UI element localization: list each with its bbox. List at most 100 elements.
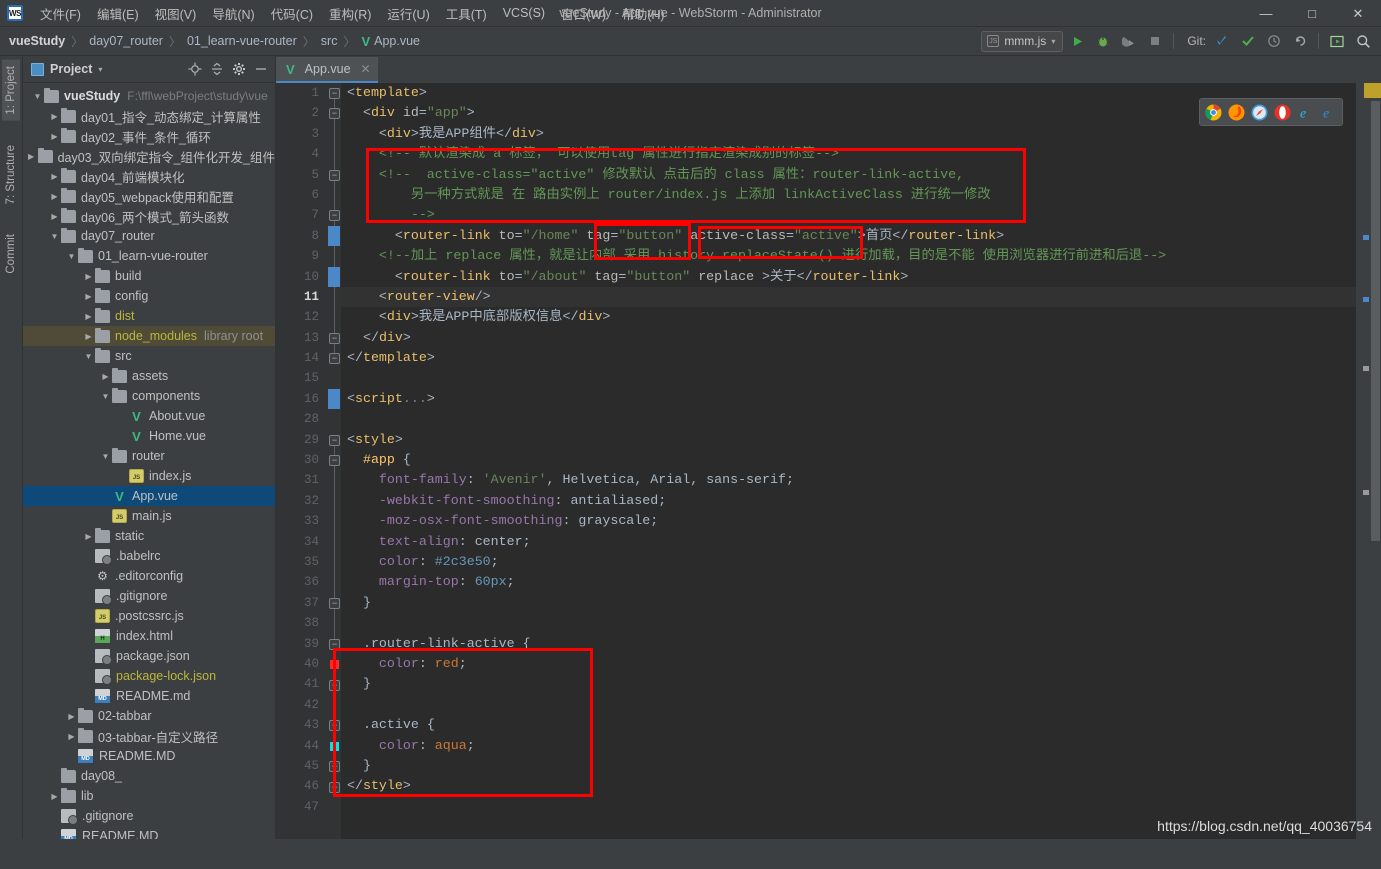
line-number[interactable]: 34 [276,532,328,552]
menu-item-code[interactable]: 代码(C) [263,1,321,26]
code-line[interactable]: } [341,674,1356,694]
chevron-right-icon[interactable]: ▶ [116,412,129,421]
tree-row[interactable]: ▶ 02-tabbar [23,706,275,726]
tree-row[interactable]: ▶ package.json [23,646,275,666]
tree-row[interactable]: ▼ src [23,346,275,366]
line-number[interactable]: 7 [276,205,328,225]
tree-row[interactable]: ▶ README.MD [23,746,275,766]
tree-row[interactable]: ▶ .gitignore [23,586,275,606]
code-line[interactable]: <div>我是APP中底部版权信息</div> [341,307,1356,327]
chevron-right-icon[interactable]: ▶ [48,832,61,840]
fold-collapse-icon[interactable]: − [329,108,340,120]
line-number[interactable]: 43 [276,715,328,735]
tool-tab-commit[interactable]: Commit [2,228,20,280]
chevron-right-icon[interactable]: ▶ [82,592,95,601]
fold-collapse-icon[interactable]: − [329,455,340,467]
tree-row[interactable]: ▶ day04_前端模块化 [23,166,275,186]
fold-collapse-icon[interactable]: − [329,332,340,344]
code-content[interactable]: <template> <div id="app"> <div>我是APP组件</… [341,83,1356,839]
fold-collapse-icon[interactable]: − [329,169,340,181]
chevron-right-icon[interactable]: ▶ [82,272,95,281]
tree-row[interactable]: ▶ assets [23,366,275,386]
menu-item-window[interactable]: 窗口(W) [553,1,614,26]
tree-row[interactable]: ▶ static [23,526,275,546]
tree-row[interactable]: ▶ .postcssrc.js [23,606,275,626]
code-line[interactable] [341,797,1356,817]
opera-icon[interactable] [1274,104,1291,121]
tree-row[interactable]: ▶ .babelrc [23,546,275,566]
line-number[interactable]: 14 [276,348,328,368]
line-number[interactable]: 31 [276,470,328,490]
fold-collapse-icon[interactable]: − [329,761,340,773]
chevron-right-icon[interactable]: ▶ [48,132,61,141]
chevron-right-icon[interactable]: ▶ [82,632,95,641]
code-line[interactable]: <router-link to="/about" tag="button" re… [341,267,1356,287]
code-line[interactable]: color: aqua; [341,736,1356,756]
line-number[interactable]: 3 [276,124,328,144]
git-update-icon[interactable] [1210,30,1234,52]
run-configuration-selector[interactable]: JS mmm.js ▾ [981,30,1064,52]
fold-collapse-icon[interactable]: − [329,88,340,99]
line-number[interactable]: 39 [276,634,328,654]
code-line[interactable] [341,613,1356,633]
chevron-right-icon[interactable]: ▶ [82,672,95,681]
line-number[interactable]: 41 [276,674,328,694]
tree-row[interactable]: ▶ build [23,266,275,286]
close-icon[interactable]: ✕ [361,62,371,76]
chevron-right-icon[interactable]: ▶ [82,612,95,621]
tree-row[interactable]: ▼ router [23,446,275,466]
chevron-right-icon[interactable]: ▶ [48,772,61,781]
tree-row[interactable]: ▶ .gitignore [23,806,275,826]
chevron-right-icon[interactable]: ▶ [65,732,78,741]
chevron-right-icon[interactable]: ▶ [82,552,95,561]
tree-row[interactable]: ▶V Home.vue [23,426,275,446]
minimize-button[interactable]: — [1243,0,1289,27]
tree-row[interactable]: ▶V App.vue [23,486,275,506]
tree-row[interactable]: ▶ lib [23,786,275,806]
fold-collapse-icon[interactable]: − [329,353,340,365]
line-number[interactable]: 46 [276,776,328,796]
hide-icon[interactable] [1325,30,1349,52]
locate-icon[interactable] [184,59,205,80]
line-number[interactable]: 6 [276,185,328,205]
fold-collapse-icon[interactable]: − [329,679,340,691]
code-line[interactable]: font-family: 'Avenir', Helvetica, Arial,… [341,470,1356,490]
menu-item-view[interactable]: 视图(V) [147,1,205,26]
tree-row[interactable]: ▶ index.js [23,466,275,486]
chevron-right-icon[interactable]: ▶ [48,212,61,221]
code-line[interactable] [341,368,1356,388]
code-line[interactable]: <!-- active-class="active" 修改默认 点击后的 cla… [341,165,1356,185]
line-number[interactable]: 9 [276,246,328,266]
chevron-right-icon[interactable]: ▶ [25,152,38,161]
line-number[interactable]: 40 [276,654,328,674]
project-tree[interactable]: ▼ vueStudy F:\ffl\webProject\study\vue ▶ day… [23,83,275,839]
chevron-right-icon[interactable]: ▶ [65,712,78,721]
edge-icon[interactable]: e [1320,104,1337,121]
line-number[interactable]: 16 [276,389,328,409]
hide-panel-icon[interactable] [250,59,271,80]
chevron-down-icon[interactable]: ▼ [65,252,78,261]
git-rollback-icon[interactable] [1288,30,1312,52]
code-line[interactable]: text-align: center; [341,532,1356,552]
menu-item-vcs[interactable]: VCS(S) [495,3,553,23]
menu-item-file[interactable]: 文件(F) [32,1,89,26]
tree-row[interactable]: ▶ node_modules library root [23,326,275,346]
fold-collapse-icon[interactable]: − [329,434,340,446]
code-line[interactable]: color: red; [341,654,1356,674]
chevron-right-icon[interactable]: ▶ [82,692,95,701]
chevron-right-icon[interactable]: ▶ [82,652,95,661]
tree-row[interactable]: ▶ config [23,286,275,306]
line-number[interactable]: 5 [276,165,328,185]
menu-item-edit[interactable]: 编辑(E) [89,1,147,26]
chevron-down-icon[interactable]: ▼ [99,452,112,461]
line-number[interactable]: 47 [276,797,328,817]
chevron-right-icon[interactable]: ▶ [99,492,112,501]
line-number[interactable]: 38 [276,613,328,633]
fold-collapse-icon[interactable]: − [329,598,340,609]
menu-item-navigate[interactable]: 导航(N) [204,1,262,26]
line-number-gutter[interactable]: 1 2 3 4 5 6 7 8 9 10 11 12 13 14 15 16 28 29 30 31 32 33 34 35 3… [276,83,328,839]
line-number[interactable]: 4 [276,144,328,164]
code-line[interactable]: -webkit-font-smoothing: antialiased; [341,491,1356,511]
line-number[interactable]: 35 [276,552,328,572]
tree-row[interactable]: ▶V About.vue [23,406,275,426]
